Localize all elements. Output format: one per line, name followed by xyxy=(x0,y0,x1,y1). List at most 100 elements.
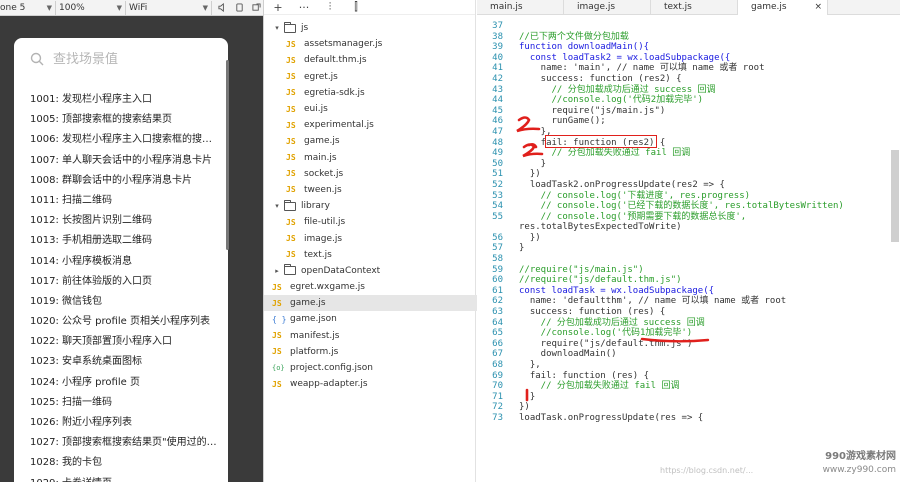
popout-icon[interactable] xyxy=(249,1,263,15)
tree-folder[interactable]: ▾ js xyxy=(264,20,477,36)
scene-list-item[interactable]: 1012: 长按图片识别二维码 xyxy=(14,211,220,231)
device-select[interactable]: one 5 ▼ xyxy=(0,0,56,15)
code-line[interactable]: 54 // console.log('已经下载的数据长度', res.total… xyxy=(477,201,900,212)
scene-list-item[interactable]: 1025: 扫描一维码 xyxy=(14,393,220,413)
split-icon[interactable]: ⫿ xyxy=(350,0,362,14)
code-line[interactable]: res.totalBytesExpectedToWrite) xyxy=(477,222,900,233)
code-line[interactable]: 68 }, xyxy=(477,360,900,371)
tree-file[interactable]: JS experimental.js xyxy=(264,117,477,133)
scene-list-item[interactable]: 1023: 安卓系统桌面图标 xyxy=(14,352,220,372)
tree-folder[interactable]: ▾ library xyxy=(264,198,477,214)
code-line[interactable]: 71 } xyxy=(477,392,900,403)
close-icon[interactable]: × xyxy=(814,0,822,15)
tree-file[interactable]: JS egretia-sdk.js xyxy=(264,85,477,101)
tree-file[interactable]: JS default.thm.js xyxy=(264,52,477,68)
scene-list-item[interactable]: 1026: 附近小程序列表 xyxy=(14,413,220,433)
scene-list-item[interactable]: 1028: 我的卡包 xyxy=(14,453,220,473)
code-line[interactable]: 52 loadTask2.onProgressUpdate(res2 => { xyxy=(477,180,900,191)
code-line[interactable]: 39 function downloadMain(){ xyxy=(477,42,900,53)
scene-list-item[interactable]: 1008: 群聊会话中的小程序消息卡片 xyxy=(14,171,220,191)
code-area[interactable]: 37 38 //已下两个文件做分包加载 39 function downloadMain… xyxy=(477,21,900,424)
scene-list-item[interactable]: 1006: 发现栏小程序主入口搜索框的搜索... xyxy=(14,130,220,150)
tree-file[interactable]: JS weapp-adapter.js xyxy=(264,376,477,392)
tree-file[interactable]: JS manifest.js xyxy=(264,328,477,344)
code-line[interactable]: 53 // console.log('下载进度', res.progress) xyxy=(477,191,900,202)
editor-tab[interactable]: main.js xyxy=(477,0,564,15)
tree-file[interactable]: JS tween.js xyxy=(264,182,477,198)
code-line[interactable]: 40 const loadTask2 = wx.loadSubpackage({ xyxy=(477,53,900,64)
code-line[interactable]: 62 name: 'defaultthm', // name 可以填 name … xyxy=(477,296,900,307)
scene-list-item[interactable]: 1019: 微信钱包 xyxy=(14,292,220,312)
editor-tab[interactable]: text.js xyxy=(651,0,738,15)
add-file-icon[interactable]: + xyxy=(272,1,284,14)
tree-file[interactable]: JS egret.js xyxy=(264,69,477,85)
scene-list-item[interactable]: 1020: 公众号 profile 页相关小程序列表 xyxy=(14,312,220,332)
code-line[interactable]: 41 name: 'main', // name 可以填 name 或者 roo… xyxy=(477,63,900,74)
code-line[interactable]: 55 // console.log('预期需要下载的数据总长度', xyxy=(477,212,900,223)
code-line[interactable]: 57} xyxy=(477,243,900,254)
tree-file[interactable]: JS text.js xyxy=(264,247,477,263)
chevron-down-icon[interactable]: ▾ xyxy=(272,202,282,210)
scene-list-item[interactable]: 1029: 卡券详情页 xyxy=(14,474,220,482)
code-line[interactable]: 73 loadTask.onProgressUpdate(res => { xyxy=(477,413,900,424)
code-line[interactable]: 43 // 分包加载成功后通过 success 回调 xyxy=(477,85,900,96)
scene-list-item[interactable]: 1024: 小程序 profile 页 xyxy=(14,373,220,393)
collapse-icon[interactable]: ⫶ xyxy=(324,0,336,14)
editor-scrollbar[interactable] xyxy=(891,150,899,242)
annotation-mark-2 xyxy=(522,143,544,158)
chevron-down-icon[interactable]: ▾ xyxy=(272,24,282,32)
volume-icon[interactable] xyxy=(215,1,229,15)
tree-file[interactable]: JS file-util.js xyxy=(264,214,477,230)
code-line[interactable]: 69 fail: function (res) { xyxy=(477,371,900,382)
editor-tab[interactable]: image.js xyxy=(564,0,651,15)
code-line[interactable]: 42 success: function (res2) { xyxy=(477,74,900,85)
code-line[interactable]: 56 }) xyxy=(477,233,900,244)
tree-file[interactable]: {o} project.config.json xyxy=(264,360,477,376)
tree-file[interactable]: JS game.js xyxy=(264,295,477,312)
code-line[interactable]: 72}) xyxy=(477,402,900,413)
chevron-right-icon[interactable]: ▸ xyxy=(272,267,282,275)
code-line[interactable]: 70 // 分包加载失败通过 fail 回调 xyxy=(477,381,900,392)
tree-file[interactable]: JS eui.js xyxy=(264,101,477,117)
tree-file[interactable]: JS socket.js xyxy=(264,166,477,182)
tree-file[interactable]: JS image.js xyxy=(264,230,477,246)
scene-list-item[interactable]: 1017: 前往体验版的入口页 xyxy=(14,272,220,292)
code-line-text: loadTask.onProgressUpdate(res => { xyxy=(519,412,704,423)
code-line[interactable]: 59 //require("js/main.js") xyxy=(477,265,900,276)
tree-file[interactable]: { } game.json xyxy=(264,311,477,327)
code-line[interactable]: 58 xyxy=(477,254,900,265)
code-line[interactable]: 61 const loadTask = wx.loadSubpackage({ xyxy=(477,286,900,297)
scene-list-item[interactable]: 1005: 顶部搜索框的搜索结果页 xyxy=(14,110,220,130)
more-icon[interactable]: ··· xyxy=(298,1,310,14)
editor-tab[interactable]: game.js × xyxy=(738,0,828,15)
code-line[interactable]: 51 }) xyxy=(477,169,900,180)
tree-file[interactable]: JS assetsmanager.js xyxy=(264,36,477,52)
zoom-select[interactable]: 100% ▼ xyxy=(56,0,126,15)
code-line[interactable]: 64 // 分包加载成功后通过 success 回调 xyxy=(477,318,900,329)
simulator-scrollbar[interactable] xyxy=(226,60,229,250)
code-line[interactable]: 67 downloadMain() xyxy=(477,349,900,360)
code-line[interactable]: 38 //已下两个文件做分包加载 xyxy=(477,32,900,43)
scene-list-item[interactable]: 1011: 扫描二维码 xyxy=(14,191,220,211)
scene-list-item[interactable]: 1027: 顶部搜索框搜索结果页"使用过的小... xyxy=(14,433,220,453)
scene-list-item[interactable]: 1022: 聊天顶部置顶小程序入口 xyxy=(14,332,220,352)
rotate-icon[interactable] xyxy=(232,1,246,15)
tree-file[interactable]: JS platform.js xyxy=(264,344,477,360)
scene-list-item[interactable]: 1014: 小程序模板消息 xyxy=(14,252,220,272)
tree-file[interactable]: JS main.js xyxy=(264,150,477,166)
tree-file[interactable]: JS game.js xyxy=(264,133,477,149)
code-line[interactable]: 37 xyxy=(477,21,900,32)
network-select[interactable]: WiFi ▼ xyxy=(126,0,212,15)
scene-search-input[interactable] xyxy=(53,51,213,67)
code-line[interactable]: 63 success: function (res) { xyxy=(477,307,900,318)
line-number: 38 xyxy=(492,31,503,42)
scene-list-item[interactable]: 1007: 单人聊天会话中的小程序消息卡片 xyxy=(14,151,220,171)
scene-list-item[interactable]: 1013: 手机相册选取二维码 xyxy=(14,231,220,251)
tree-folder[interactable]: ▸ openDataContext xyxy=(264,263,477,279)
tree-file[interactable]: JS egret.wxgame.js xyxy=(264,279,477,295)
scene-list-item[interactable]: 1001: 发现栏小程序主入口 xyxy=(14,90,220,110)
editor-tab-label: text.js xyxy=(664,2,692,12)
code-line[interactable]: 44 //console.log('代码2加载完毕') xyxy=(477,95,900,106)
scene-search-bar[interactable] xyxy=(14,38,228,80)
code-line[interactable]: 60 //require("js/default.thm.js") xyxy=(477,275,900,286)
